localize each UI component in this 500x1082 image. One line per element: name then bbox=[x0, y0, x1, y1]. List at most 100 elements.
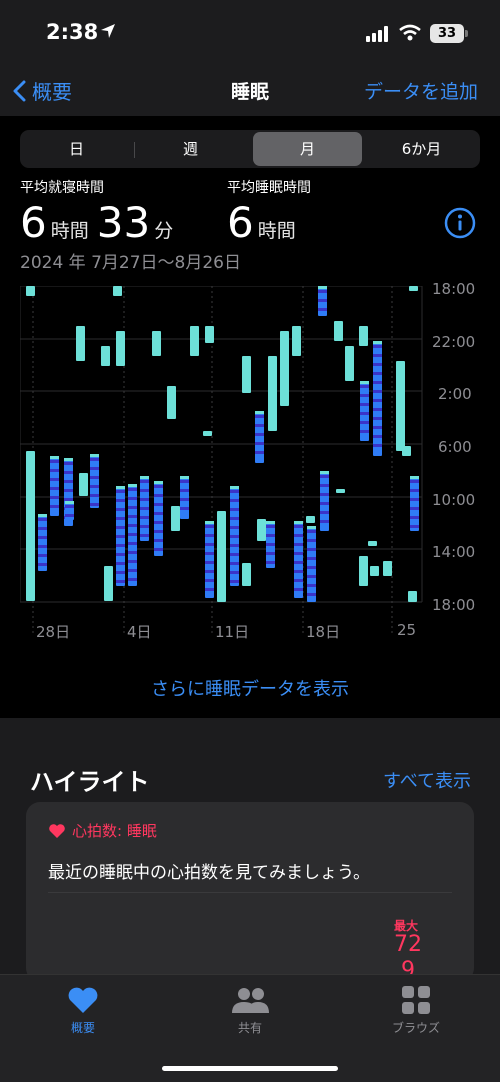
sleep-bar-awake bbox=[190, 326, 199, 356]
sleep-band-deep bbox=[140, 507, 149, 510]
status-bar: 2:38 33 bbox=[0, 0, 500, 64]
sleep-band-deep bbox=[205, 552, 214, 555]
sleep-bar-awake bbox=[409, 286, 418, 291]
sleep-band-deep bbox=[205, 543, 214, 546]
segment-divider bbox=[134, 142, 135, 158]
sleep-band-deep bbox=[307, 566, 316, 569]
sleep-band-deep bbox=[205, 525, 214, 528]
sleep-bar-awake bbox=[280, 331, 289, 406]
sleep-bar-awake bbox=[359, 326, 368, 346]
sleep-band-deep bbox=[360, 403, 369, 406]
sleep-band-deep bbox=[90, 476, 99, 479]
sleep-bar-awake bbox=[76, 326, 85, 361]
sleep-band-deep bbox=[38, 545, 47, 548]
sleep-band-deep bbox=[180, 489, 189, 492]
sleep-band-deep bbox=[180, 507, 189, 510]
sleep-bar-awake bbox=[26, 286, 35, 296]
sleep-band-deep bbox=[50, 487, 59, 490]
sleep-chart[interactable]: 18:00 22:00 2:00 6:00 10:00 14:00 18:00 … bbox=[20, 280, 500, 646]
sleep-band-deep bbox=[140, 489, 149, 492]
sleep-band-deep bbox=[255, 433, 264, 436]
x-tick-label: 11日 bbox=[215, 623, 250, 641]
sleep-band-deep bbox=[116, 571, 125, 574]
grid-icon bbox=[402, 986, 430, 1014]
sleep-bar-awake bbox=[359, 556, 368, 586]
sleep-band-awake bbox=[180, 476, 189, 479]
segment-day[interactable]: 日 bbox=[22, 132, 131, 166]
sleep-band-deep bbox=[116, 544, 125, 547]
sleep-band-deep bbox=[205, 570, 214, 573]
sleep-band-deep bbox=[140, 516, 149, 519]
sleep-band-deep bbox=[116, 499, 125, 502]
show-all-link[interactable]: すべて表示 bbox=[383, 767, 471, 793]
sleep-band-deep bbox=[154, 521, 163, 524]
sleep-band-deep bbox=[410, 516, 419, 519]
heart-rate-highlight-card[interactable]: 心拍数: 睡眠 最近の睡眠中の心拍数を見てみましょう。 最大 72 9 bbox=[26, 802, 474, 983]
sleep-bar-awake bbox=[79, 473, 88, 496]
tab-summary[interactable]: 概要 bbox=[23, 985, 143, 1036]
sleep-bar-awake bbox=[345, 346, 354, 381]
y-tick-label: 18:00 bbox=[432, 596, 476, 614]
heart-icon bbox=[49, 823, 65, 838]
sleep-bar-awake bbox=[26, 451, 35, 601]
sleep-band-awake bbox=[90, 454, 99, 457]
sleep-band-deep bbox=[294, 543, 303, 546]
sleep-bar-awake bbox=[368, 541, 377, 546]
sleep-band-deep bbox=[230, 580, 239, 583]
show-more-sleep-data-link[interactable]: さらに睡眠データを表示 bbox=[0, 675, 500, 701]
sleep-band-awake bbox=[320, 471, 329, 474]
sleep-bar-awake bbox=[217, 511, 226, 602]
sleep-band-deep bbox=[116, 508, 125, 511]
sleep-band-deep bbox=[90, 467, 99, 470]
location-arrow-icon bbox=[101, 24, 115, 38]
segment-six-months[interactable]: 6か月 bbox=[367, 132, 476, 166]
sleep-band-deep bbox=[50, 496, 59, 499]
sleep-bar-awake bbox=[336, 489, 345, 493]
sleep-band-deep bbox=[320, 493, 329, 496]
sleep-bar-awake bbox=[396, 361, 405, 451]
sleep-bar-asleep bbox=[154, 481, 163, 556]
sleep-band-deep bbox=[205, 588, 214, 591]
sleep-band-deep bbox=[230, 544, 239, 547]
sleep-bar-awake bbox=[402, 446, 411, 456]
navigation-bar: 概要 睡眠 データを追加 bbox=[0, 64, 500, 116]
sleep-band-deep bbox=[373, 399, 382, 402]
info-icon[interactable] bbox=[444, 207, 476, 239]
sleep-band-awake bbox=[64, 458, 73, 461]
sleep-band-deep bbox=[307, 557, 316, 560]
segment-month[interactable]: 月 bbox=[253, 132, 362, 166]
sleep-band-awake bbox=[318, 286, 327, 289]
sleep-band-deep bbox=[128, 515, 137, 518]
sleep-band-deep bbox=[410, 525, 419, 528]
sleep-band-deep bbox=[255, 442, 264, 445]
sleep-bar-awake bbox=[370, 566, 379, 576]
sleep-band-deep bbox=[230, 571, 239, 574]
sleep-bar-awake bbox=[152, 331, 161, 356]
sleep-band-deep bbox=[38, 527, 47, 530]
card-divider bbox=[48, 892, 452, 893]
cellular-signal-icon bbox=[366, 26, 388, 42]
sleep-band-deep bbox=[140, 525, 149, 528]
sleep-band-deep bbox=[360, 430, 369, 433]
sleep-band-deep bbox=[50, 478, 59, 481]
sleep-band-deep bbox=[360, 412, 369, 415]
sleep-bar-awake bbox=[101, 346, 110, 366]
sleep-band-deep bbox=[410, 507, 419, 510]
tab-sharing[interactable]: 共有 bbox=[190, 985, 310, 1036]
segment-week[interactable]: 週 bbox=[136, 132, 245, 166]
minute-unit: 分 bbox=[154, 220, 174, 242]
tab-browse[interactable]: ブラウズ bbox=[356, 985, 476, 1036]
x-tick-label: 28日 bbox=[36, 623, 71, 641]
sleep-band-deep bbox=[64, 480, 73, 483]
sleep-band-deep bbox=[307, 539, 316, 542]
sleep-band-deep bbox=[410, 480, 419, 483]
date-range: 2024 年 7月27日〜8月26日 bbox=[20, 253, 241, 273]
x-tick-label: 4日 bbox=[127, 623, 152, 641]
sleep-band-deep bbox=[410, 489, 419, 492]
sleep-chart-plot bbox=[20, 286, 423, 636]
add-data-button[interactable]: データを追加 bbox=[364, 77, 478, 104]
sleep-band-deep bbox=[128, 551, 137, 554]
wifi-icon bbox=[399, 24, 421, 41]
sleep-band-deep bbox=[320, 502, 329, 505]
sleep-band-deep bbox=[294, 561, 303, 564]
